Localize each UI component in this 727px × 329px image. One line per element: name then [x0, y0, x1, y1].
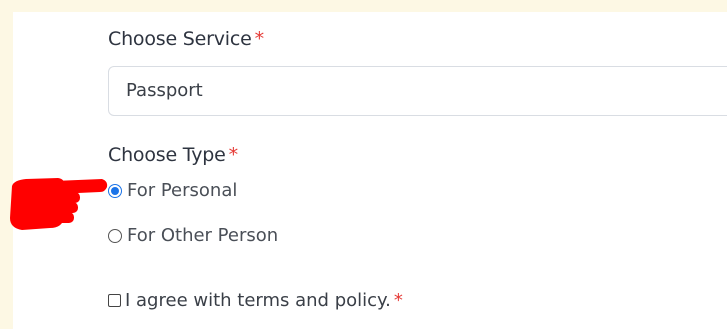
radio-option-for-personal[interactable]: For Personal — [108, 180, 237, 201]
terms-checkbox[interactable] — [108, 294, 121, 307]
terms-agreement[interactable]: I agree with terms and policy. * — [108, 290, 403, 311]
form-card — [13, 12, 727, 329]
pointing-hand-icon — [10, 178, 108, 230]
radio-option-label: For Personal — [127, 180, 238, 201]
radio-button-checked[interactable] — [108, 183, 122, 198]
choose-service-label-text: Choose Service — [108, 28, 252, 50]
radio-button-unchecked[interactable] — [108, 228, 122, 243]
radio-option-for-other-person[interactable]: For Other Person — [108, 225, 278, 246]
terms-label: I agree with terms and policy. — [125, 290, 391, 311]
service-select[interactable]: Passport — [108, 66, 727, 116]
choose-type-label-text: Choose Type — [108, 144, 226, 166]
required-asterisk: * — [254, 28, 265, 50]
choose-type-label: Choose Type * — [108, 144, 238, 166]
service-select-value: Passport — [126, 80, 203, 101]
required-asterisk: * — [393, 290, 403, 311]
required-asterisk: * — [228, 144, 239, 166]
radio-option-label: For Other Person — [127, 225, 279, 246]
choose-service-label: Choose Service * — [108, 28, 264, 50]
